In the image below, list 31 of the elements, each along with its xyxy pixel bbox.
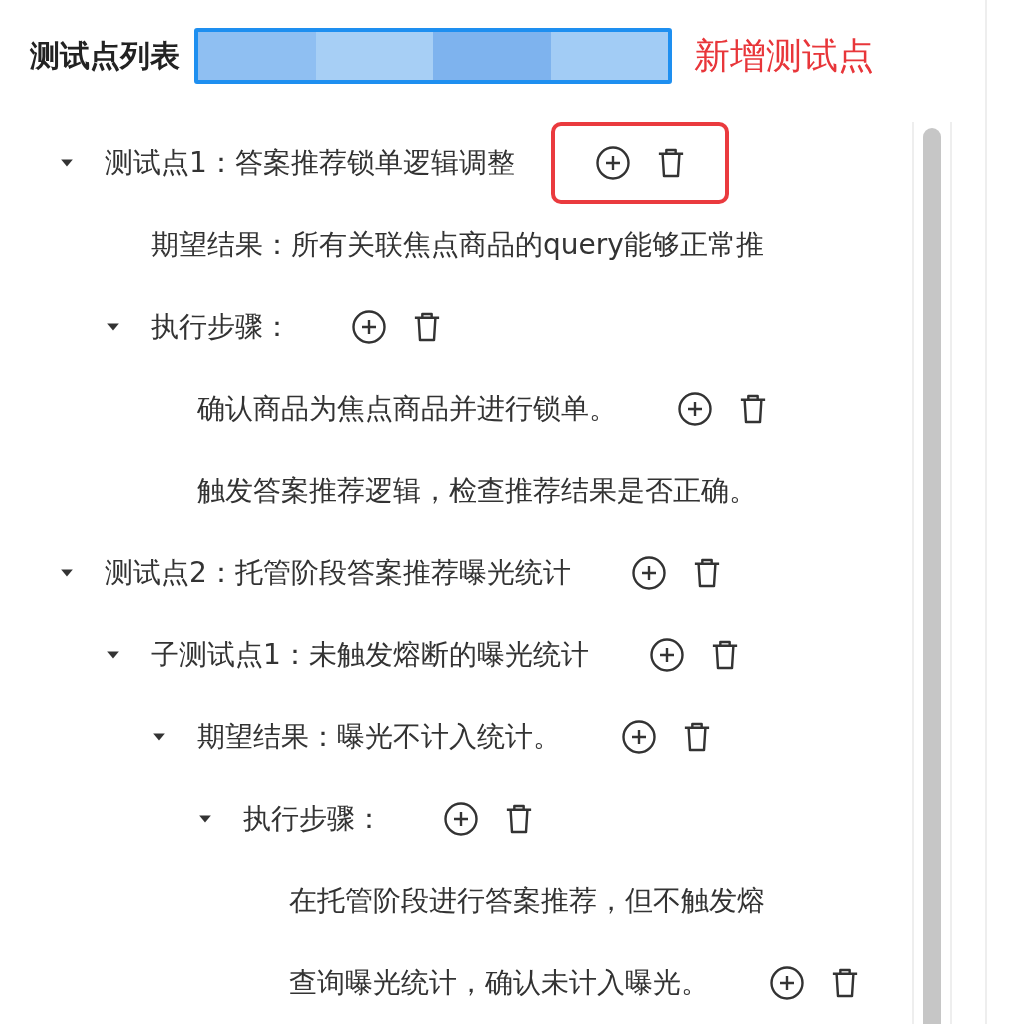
delete-icon[interactable] bbox=[413, 311, 441, 343]
add-icon[interactable] bbox=[677, 391, 713, 427]
tree-item-label[interactable]: 测试点2：托管阶段答案推荐曝光统计 bbox=[105, 554, 571, 592]
add-icon[interactable] bbox=[769, 965, 805, 1001]
tree-item-label[interactable]: 期望结果：曝光不计入统计。 bbox=[197, 718, 561, 756]
delete-icon[interactable] bbox=[739, 393, 767, 425]
tree-item-label[interactable]: 执行步骤： bbox=[243, 800, 383, 838]
tree-item-label[interactable]: 执行步骤： bbox=[151, 308, 291, 346]
add-icon[interactable] bbox=[648, 637, 685, 673]
delete-icon[interactable] bbox=[656, 147, 685, 179]
add-icon[interactable] bbox=[630, 555, 667, 591]
add-icon[interactable] bbox=[621, 719, 657, 755]
delete-icon[interactable] bbox=[831, 967, 859, 999]
tree-item-label[interactable]: 子测试点1：未触发熔断的曝光统计 bbox=[151, 636, 589, 674]
tree-item-label[interactable]: 测试点1：答案推荐锁单逻辑调整 bbox=[105, 144, 515, 182]
add-test-point-link[interactable]: 新增测试点 bbox=[694, 31, 874, 81]
tree-item-label[interactable]: 在托管阶段进行答案推荐，但不触发熔 bbox=[289, 882, 765, 920]
tree-item-label[interactable]: 查询曝光统计，确认未计入曝光。 bbox=[289, 964, 709, 1002]
delete-icon[interactable] bbox=[710, 639, 739, 671]
add-icon[interactable] bbox=[351, 309, 387, 345]
scrollbar[interactable] bbox=[912, 122, 952, 1024]
add-icon[interactable] bbox=[443, 801, 479, 837]
tree-item-label[interactable]: 确认商品为焦点商品并进行锁单。 bbox=[197, 390, 617, 428]
add-icon[interactable] bbox=[594, 145, 631, 181]
delete-icon[interactable] bbox=[683, 721, 711, 753]
list-title: 测试点列表 bbox=[30, 36, 180, 75]
delete-icon[interactable] bbox=[505, 803, 533, 835]
tree-item-label[interactable]: 期望结果：所有关联焦点商品的query能够正常推 bbox=[151, 226, 764, 264]
delete-icon[interactable] bbox=[692, 557, 721, 589]
input-field[interactable] bbox=[194, 28, 672, 84]
tree-item-label[interactable]: 触发答案推荐逻辑，检查推荐结果是否正确。 bbox=[197, 472, 757, 510]
